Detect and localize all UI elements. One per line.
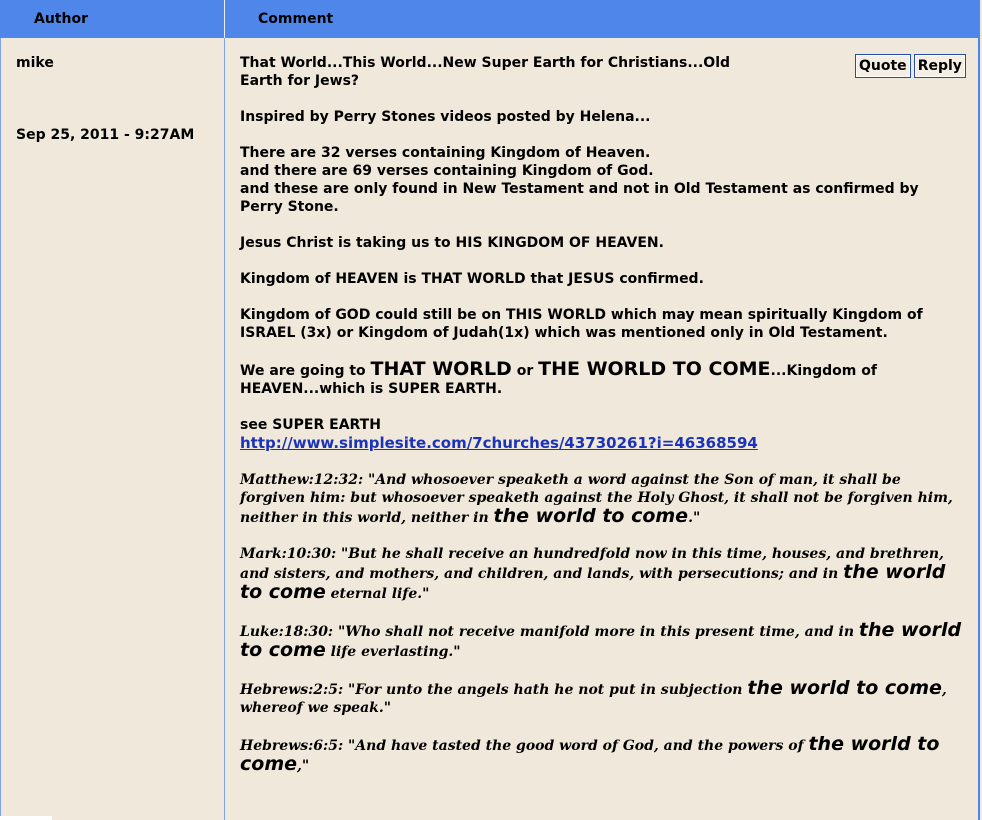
verse-text-end: life everlasting." xyxy=(325,644,461,660)
verse-count-paragraph: There are 32 verses containing Kingdom o… xyxy=(240,144,965,216)
verse-count-line-3: and these are only found in New Testamen… xyxy=(240,181,919,215)
see-paragraph: see SUPER EARTH http://www.simplesite.co… xyxy=(240,416,965,453)
post-date: Sep 25, 2011 - 9:27AM xyxy=(16,127,195,143)
post-author[interactable]: mike xyxy=(16,55,54,71)
header-divider xyxy=(224,0,225,38)
bottom-edge xyxy=(0,816,52,820)
heaven-line: Kingdom of HEAVEN is THAT WORLD that JES… xyxy=(240,271,704,287)
post-title: That World...This World...New Super Eart… xyxy=(240,55,731,89)
right-border xyxy=(978,0,980,820)
god-line: Kingdom of GOD could still be on THIS WO… xyxy=(240,307,923,341)
left-border xyxy=(0,38,1,820)
verse-hebrews-2-5: Hebrews:2:5: "For unto the angels hath h… xyxy=(240,679,965,717)
that-world-emphasis: THAT WORLD xyxy=(370,358,512,380)
going-text-2: or xyxy=(511,363,539,379)
verse-hebrews-6-5: Hebrews:6:5: "And have tasted the good w… xyxy=(240,735,965,775)
going-text-1: We are going to xyxy=(240,363,371,379)
verse-count-line-2: and there are 69 verses containing Kingd… xyxy=(240,163,654,179)
comment-column-header: Comment xyxy=(258,11,334,27)
table-header: Author Comment xyxy=(0,0,978,38)
verse-text-end: eternal life." xyxy=(325,586,430,602)
super-earth-link[interactable]: http://www.simplesite.com/7churches/4373… xyxy=(240,434,758,452)
world-to-come-emphasis: THE WORLD TO COME xyxy=(538,358,771,380)
verse-luke: Luke:18:30: "Who shall not receive manif… xyxy=(240,621,965,661)
verse-text-end: ," xyxy=(297,758,310,774)
going-paragraph: We are going to THAT WORLD or THE WORLD … xyxy=(240,360,965,398)
author-column-header: Author xyxy=(34,11,88,27)
comment-body: That World...This World...New Super Eart… xyxy=(240,54,965,793)
verse-text: Mark:10:30: "But he shall receive an hun… xyxy=(240,546,944,582)
see-super-earth: see SUPER EARTH xyxy=(240,417,381,433)
column-divider xyxy=(224,38,225,820)
verse-emphasis: the world to come xyxy=(493,505,689,527)
verse-emphasis: the world to come xyxy=(747,677,942,699)
verse-text: Hebrews:2:5: "For unto the angels hath h… xyxy=(240,682,748,698)
verse-text: Hebrews:6:5: "And have tasted the good w… xyxy=(240,738,809,754)
verse-text-end: ." xyxy=(688,510,701,526)
inspired-line: Inspired by Perry Stones videos posted b… xyxy=(240,109,651,125)
verse-count-line-1: There are 32 verses containing Kingdom o… xyxy=(240,145,651,161)
verse-mark: Mark:10:30: "But he shall receive an hun… xyxy=(240,545,965,603)
verse-matthew: Matthew:12:32: "And whosoever speaketh a… xyxy=(240,471,965,527)
verse-text: Luke:18:30: "Who shall not receive manif… xyxy=(240,624,859,640)
jesus-line: Jesus Christ is taking us to HIS KINGDOM… xyxy=(240,235,664,251)
